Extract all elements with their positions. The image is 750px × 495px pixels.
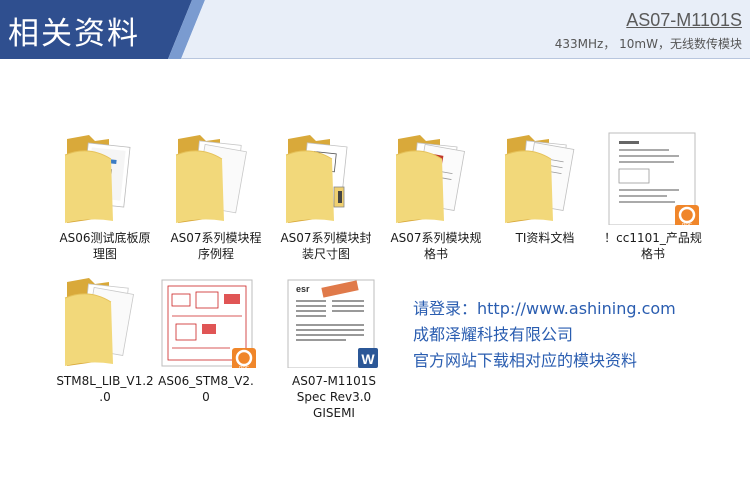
folder-icon	[380, 125, 492, 225]
header: 相关资料 AS07-M1101S 433MHz， 10mW，无线数传模块	[0, 0, 750, 59]
word-file-icon: esr W	[278, 268, 390, 368]
file-name: AS07-M1101S Spec Rev3.0 GISEMI	[292, 374, 376, 420]
file-item[interactable]: AS07系列模块封 装尺寸图	[270, 125, 382, 265]
folder-icon	[49, 268, 161, 368]
file-name: AS06_STM8_V2. 0	[158, 374, 254, 404]
file-name: STM8L_LIB_V1.2 .0	[56, 374, 154, 404]
file-item[interactable]: AS07系列模块程 序例程	[160, 125, 272, 265]
contact-info: 请登录：http://www.ashining.com 成都泽耀科技有限公司 官…	[413, 296, 676, 374]
folder-icon	[160, 125, 272, 225]
website-line[interactable]: 请登录：http://www.ashining.com	[413, 296, 676, 322]
svg-text:W: W	[361, 351, 375, 367]
page-title: 相关资料	[8, 16, 140, 52]
file-name: AS07系列模块规 格书	[390, 231, 482, 261]
folder-icon	[49, 125, 161, 225]
file-item[interactable]: TI资料文档	[489, 125, 601, 265]
download-note: 官方网站下载相对应的模块资料	[413, 351, 638, 370]
file-item[interactable]: PDF ！cc1101_产品规 格书	[597, 125, 709, 265]
file-item[interactable]: esr W AS07-M1101S Spec Rev3.0 GISEMI	[278, 268, 390, 428]
file-item[interactable]: AS06测试底板原 理图	[49, 125, 161, 265]
company-name: 成都泽耀科技有限公司	[413, 325, 574, 344]
file-name: ！cc1101_产品规 格书	[604, 231, 702, 261]
file-item[interactable]: AS07系列模块规 格书	[380, 125, 492, 265]
page-subtitle: 433MHz， 10mW，无线数传模块	[554, 37, 742, 51]
file-item[interactable]: PDF AS06_STM8_V2. 0	[150, 268, 262, 418]
svg-text:PDF: PDF	[239, 366, 249, 368]
file-name: AS07系列模块封 装尺寸图	[280, 231, 372, 261]
svg-text:esr: esr	[296, 284, 310, 294]
folder-icon	[270, 125, 382, 225]
model-number: AS07-M1101S	[626, 10, 742, 30]
pdf-file-icon: PDF	[150, 268, 262, 368]
folder-icon	[489, 125, 601, 225]
file-name: TI资料文档	[515, 231, 575, 245]
svg-text:PDF: PDF	[682, 223, 692, 225]
file-name: AS07系列模块程 序例程	[170, 231, 262, 261]
pdf-file-icon: PDF	[597, 125, 709, 225]
file-item[interactable]: STM8L_LIB_V1.2 .0	[49, 268, 161, 418]
file-name: AS06测试底板原 理图	[59, 231, 151, 261]
